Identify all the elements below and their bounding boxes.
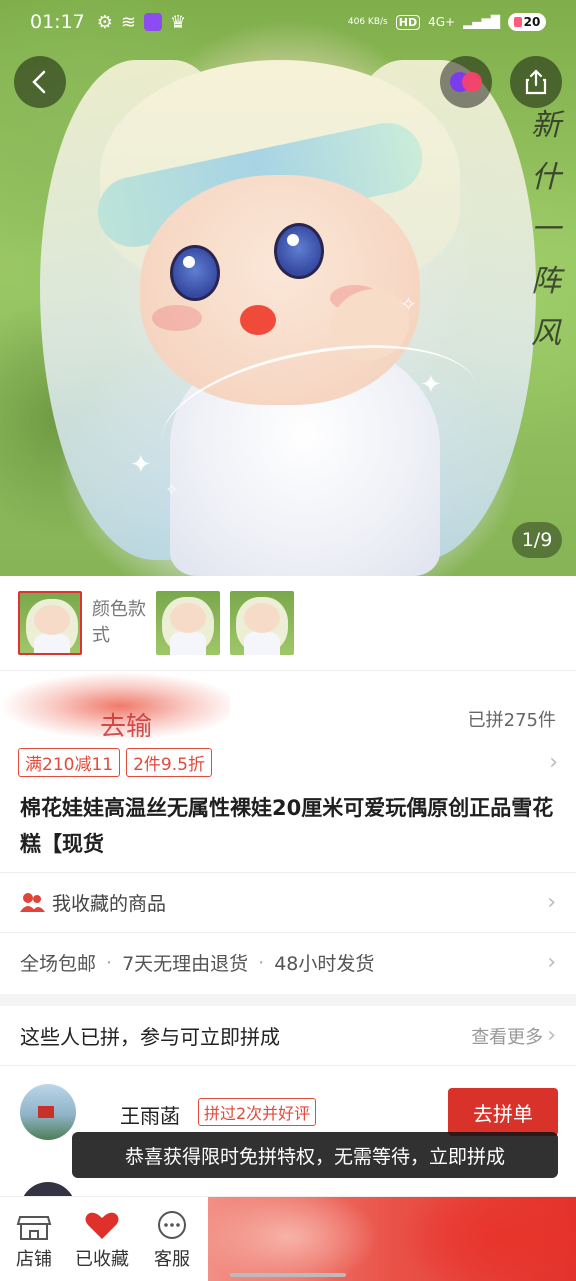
promo-tags[interactable]: 满210减11 2件9.5折 — [18, 748, 212, 777]
chevron-right-icon: › — [547, 890, 556, 915]
live-button[interactable] — [440, 56, 492, 108]
clock: 01:17 — [30, 11, 85, 33]
toast-message: 恭喜获得限时免拼特权，无需等待，立即拼成 — [72, 1132, 558, 1178]
storage-icon: ≋ — [120, 11, 136, 33]
shop-tab[interactable]: 店铺 — [2, 1207, 66, 1271]
chat-icon — [158, 1211, 186, 1239]
sold-count: 已拼275件 — [467, 710, 556, 731]
share-icon — [525, 69, 547, 95]
avatar — [20, 1084, 76, 1140]
customer-service-tab[interactable]: 客服 — [140, 1207, 204, 1271]
users-icon — [20, 892, 45, 912]
shop-tab-label: 店铺 — [16, 1249, 52, 1270]
service-item: 48小时发货 — [274, 953, 375, 975]
video-app-icon — [144, 13, 162, 31]
live-logo-icon — [450, 72, 482, 92]
variant-thumb-2[interactable] — [156, 591, 220, 655]
favorite-tab[interactable]: 已收藏 — [70, 1207, 134, 1271]
group-buy-heading: 这些人已拼，参与可立即拼成 — [20, 1025, 280, 1049]
customer-service-tab-label: 客服 — [154, 1249, 190, 1270]
service-item: 全场包邮 — [20, 953, 97, 975]
crown-icon: ♛ — [170, 11, 187, 33]
product-title: 棉花娃娃高温丝无属性裸娃20厘米可爱玩偶原创正品雪花糕【现货 — [20, 796, 554, 856]
handwritten-deco-text: 新什一阵风 — [531, 108, 561, 351]
separator-dot: · — [258, 951, 265, 974]
doll-eye-right — [274, 223, 324, 279]
sparkle-icon: ✦ — [420, 370, 442, 400]
net-speed: 406 KB/s — [347, 17, 388, 27]
promo-tag: 满210减11 — [18, 748, 121, 777]
price-blurred-text: 去输 — [100, 712, 153, 742]
bottom-action-bar: 店铺 已收藏 客服 — [0, 1196, 576, 1281]
join-group-button[interactable]: 去拼单 — [448, 1088, 558, 1136]
sparkle-icon: ✧ — [165, 480, 179, 499]
shop-icon — [16, 1216, 52, 1240]
status-bar: 01:17 ⚙ ≋ ♛ 406 KB/s HD 4G+ ▂▄▆█ 20 — [0, 0, 576, 44]
separator-dot: · — [106, 951, 113, 974]
service-item: 7天无理由退货 — [122, 953, 249, 975]
my-favorites-label: 我收藏的商品 — [52, 893, 167, 915]
chevron-left-icon — [32, 70, 46, 94]
variant-thumb-3[interactable] — [230, 591, 294, 655]
chevron-right-icon[interactable]: › — [549, 750, 558, 775]
my-favorites-row[interactable]: 我收藏的商品 › — [0, 872, 576, 932]
home-indicator — [230, 1273, 346, 1277]
sparkle-icon: ✧ — [400, 292, 417, 316]
sparkle-icon: ✦ — [130, 450, 152, 480]
gear-icon: ⚙ — [96, 11, 113, 33]
favorite-tab-label: 已收藏 — [75, 1249, 129, 1270]
share-button[interactable] — [510, 56, 562, 108]
signal-bars-icon: ▂▄▆█ — [463, 15, 500, 29]
variant-label: 颜色款式 — [92, 599, 146, 646]
user-name: 王雨菡 — [120, 1104, 180, 1128]
signal-label: 4G+ — [428, 15, 456, 29]
hd-badge: HD — [395, 14, 421, 30]
heart-icon — [85, 1212, 119, 1239]
buy-buttons-redacted[interactable] — [208, 1197, 576, 1281]
user-review-tag: 拼过2次并好评 — [198, 1098, 317, 1126]
doll-blush-left — [152, 305, 202, 331]
image-page-indicator: 1/9 — [512, 522, 562, 558]
chevron-right-icon: › — [547, 950, 556, 975]
back-button[interactable] — [14, 56, 66, 108]
doll-mouth — [240, 305, 276, 335]
section-divider — [0, 994, 576, 1006]
promo-tag: 2件9.5折 — [126, 748, 212, 777]
variant-thumbnails: 颜色款式 — [0, 576, 576, 671]
services-row[interactable]: 全场包邮 · 7天无理由退货 · 48小时发货 › — [0, 932, 576, 992]
battery-icon: 20 — [508, 13, 546, 31]
chevron-right-icon[interactable]: › — [547, 1023, 556, 1048]
price-section: 去输 已拼275件 满210减11 2件9.5折 › 棉花娃娃高温丝无属性裸娃2… — [0, 672, 576, 872]
view-more-link[interactable]: 查看更多 — [471, 1023, 543, 1049]
group-buy-header: 这些人已拼，参与可立即拼成 查看更多 › — [0, 1006, 576, 1066]
variant-thumb-1[interactable] — [18, 591, 82, 655]
doll-eye-left — [170, 245, 220, 301]
